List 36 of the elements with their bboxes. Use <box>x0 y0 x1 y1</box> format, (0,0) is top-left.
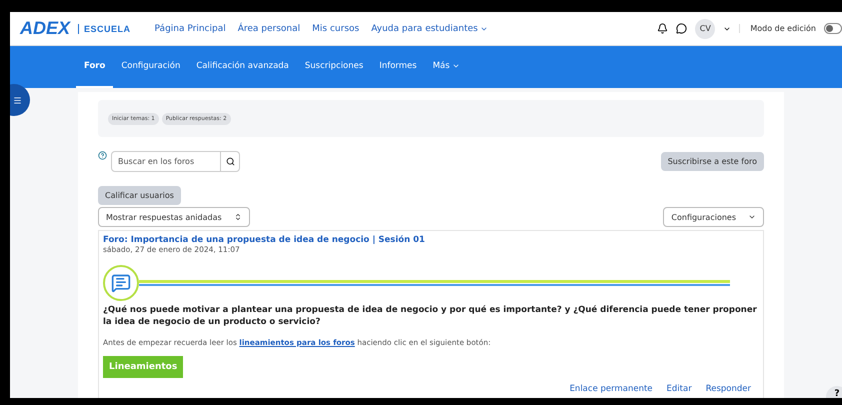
edit-mode-toggle[interactable] <box>824 23 842 34</box>
tab[interactable]: Foro <box>76 46 114 88</box>
nav-link[interactable]: Mis cursos <box>312 24 360 34</box>
caret-icon <box>452 62 460 70</box>
help-icon[interactable] <box>98 151 107 160</box>
post-action-link[interactable]: Responder <box>706 384 751 394</box>
post-action-link[interactable]: Editar <box>666 384 692 394</box>
nav-link[interactable]: Ayuda para estudiantes <box>371 24 488 34</box>
tab[interactable]: Suscripciones <box>296 46 372 88</box>
grade-users-button[interactable]: Calificar usuarios <box>98 186 181 205</box>
tab[interactable]: Informes <box>371 46 425 88</box>
user-avatar[interactable]: CV <box>695 18 716 38</box>
nav-link[interactable]: Página Principal <box>154 24 226 34</box>
caret-icon <box>748 213 756 221</box>
settings-dropdown[interactable]: Configuraciones <box>663 207 764 227</box>
tab[interactable]: Configuración <box>113 46 188 88</box>
logo-subtitle: ESCUELA <box>78 24 131 34</box>
display-mode-select[interactable]: Mostrar respuestas anidadas <box>98 207 250 227</box>
tab[interactable]: Más <box>424 46 468 88</box>
post-title: Foro: Importancia de una propuesta de idea de negocio | Sesión 01 <box>103 235 426 245</box>
chat-icon[interactable] <box>676 23 688 34</box>
sort-icon <box>234 213 242 221</box>
post-action-link[interactable]: Enlace permanente <box>570 384 653 394</box>
menu-icon <box>13 96 22 104</box>
bell-icon[interactable] <box>657 23 668 34</box>
tab[interactable]: Calificación avanzada <box>188 46 297 88</box>
help-button[interactable]: ? <box>826 386 842 398</box>
search-icon <box>226 157 234 166</box>
subscribe-button[interactable]: Suscribirse a este foro <box>660 152 764 171</box>
nav-link[interactable]: Área personal <box>238 24 300 34</box>
search-field[interactable]: Buscar en los foros <box>111 151 221 172</box>
edit-mode-label: Modo de edición <box>739 24 816 33</box>
search-button[interactable] <box>221 151 240 172</box>
chat-bubble-icon <box>103 265 139 301</box>
post-question: ¿Qué nos puede motivar a plantear una propuesta de idea de negocio y por qué es importante? y ¿Qué diferencia puede tener proponer la idea de negocio de un producto o servicio? <box>103 304 757 329</box>
logo: ADEX <box>20 18 70 39</box>
